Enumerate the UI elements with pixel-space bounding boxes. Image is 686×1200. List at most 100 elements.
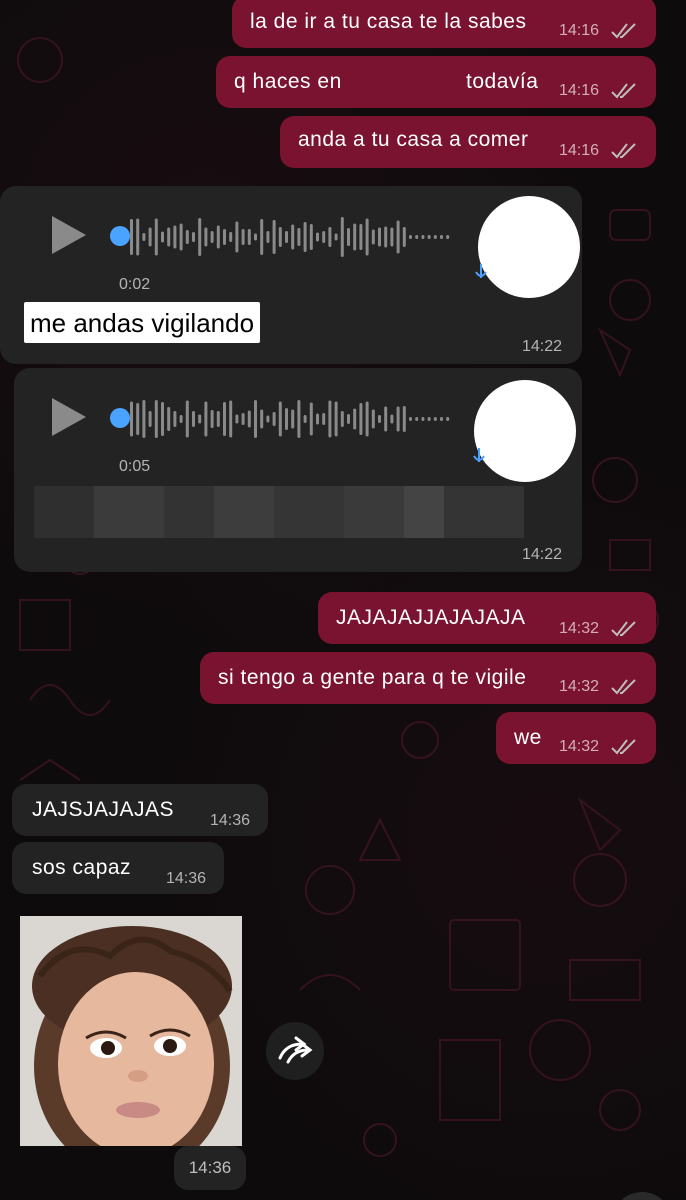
incoming-message[interactable]: JAJSJAJAJAS 14:36	[12, 784, 268, 836]
waveform-bar	[340, 217, 344, 257]
message-time: 14:36	[210, 812, 251, 829]
waveform-bar	[396, 220, 400, 254]
read-ticks-icon	[611, 83, 636, 99]
message-time: 14:22	[522, 546, 563, 563]
play-icon[interactable]	[52, 216, 86, 254]
waveform-bar	[316, 413, 319, 425]
waveform-bar	[223, 229, 226, 245]
outgoing-message[interactable]: q haces en todavía 14:16	[216, 56, 656, 108]
waveform-bar	[365, 401, 369, 437]
waveform-bar	[427, 235, 431, 239]
waveform-bar	[446, 235, 450, 239]
waveform-bar	[204, 227, 208, 247]
waveform-bar	[440, 417, 443, 421]
forward-button[interactable]	[266, 1022, 324, 1080]
waveform-bar	[198, 414, 202, 424]
message-text: la de ir a tu casa te la sabes	[250, 10, 527, 33]
message-time: 14:36	[188, 1158, 232, 1177]
waveform-bar	[229, 232, 233, 242]
waveform-bar	[409, 417, 412, 421]
waveform-bar	[216, 225, 220, 249]
waveform-bar	[297, 400, 301, 438]
photo-message-image[interactable]	[20, 916, 242, 1146]
outgoing-message[interactable]: la de ir a tu casa te la sabes 14:16	[232, 0, 656, 48]
read-ticks-icon	[611, 23, 636, 39]
message-text: anda a tu casa a comer	[298, 128, 529, 151]
waveform-bar	[291, 224, 295, 250]
waveform-bar	[235, 221, 239, 253]
waveform-bar	[433, 417, 437, 421]
waveform-bar	[278, 227, 282, 247]
waveform-bar	[241, 413, 245, 425]
waveform-bar	[446, 417, 450, 421]
waveform-bar	[167, 227, 171, 247]
outgoing-message[interactable]: anda a tu casa a comer 14:16	[280, 116, 656, 168]
waveform-bar	[353, 223, 357, 251]
playback-position-dot[interactable]	[110, 408, 130, 428]
waveform-bar	[154, 400, 158, 438]
incoming-message[interactable]: sos capaz 14:36	[12, 842, 224, 894]
waveform-bar	[229, 400, 233, 438]
message-text-part2: todavía	[466, 70, 539, 93]
waveform-bar	[204, 401, 208, 437]
waveform-bar	[371, 229, 375, 245]
read-ticks-icon	[611, 143, 636, 159]
message-text: sos capaz	[32, 856, 132, 879]
message-text: si tengo a gente para q te vigile	[218, 666, 527, 689]
audio-waveform[interactable]	[130, 214, 460, 260]
waveform-bar	[142, 400, 146, 438]
waveform-bar	[154, 218, 158, 256]
waveform-bar	[266, 415, 270, 423]
forward-icon	[278, 1036, 313, 1064]
waveform-bar	[161, 402, 164, 436]
waveform-bar	[328, 227, 332, 247]
waveform-bar	[148, 411, 152, 427]
waveform-bar	[421, 417, 425, 421]
waveform-bar	[347, 228, 350, 246]
scroll-down-button[interactable]	[612, 1192, 672, 1200]
waveform-bar	[316, 232, 319, 242]
waveform-bar	[297, 228, 301, 246]
message-text: JAJSJAJAJAS	[32, 798, 175, 821]
waveform-bar	[210, 231, 214, 243]
waveform-bar	[247, 229, 251, 245]
waveform-bar	[198, 218, 202, 256]
waveform-bar	[396, 406, 400, 432]
waveform-bar	[347, 414, 350, 424]
waveform-bar	[421, 235, 425, 239]
message-time: 14:32	[559, 738, 600, 755]
waveform-bar	[173, 411, 177, 427]
outgoing-message[interactable]: si tengo a gente para q te vigile 14:32	[200, 652, 656, 704]
waveform-bar	[322, 413, 326, 425]
voice-message[interactable]: 0:02 me andas vigilando 14:22	[0, 186, 582, 364]
waveform-bar	[365, 218, 369, 256]
waveform-bar	[254, 233, 257, 241]
outgoing-message[interactable]: JAJAJAJJAJAJAJA 14:32	[318, 592, 656, 644]
waveform-bar	[260, 219, 264, 255]
message-time: 14:16	[559, 22, 600, 39]
chat-view: la de ir a tu casa te la sabes 14:16 q h…	[0, 0, 686, 1200]
waveform-bar	[247, 410, 251, 428]
waveform-bar	[440, 235, 443, 239]
avatar	[474, 380, 576, 482]
waveform-bar	[384, 406, 388, 432]
outgoing-message[interactable]: we 14:32	[496, 712, 656, 764]
playback-position-dot[interactable]	[110, 226, 130, 246]
waveform-bar	[371, 409, 375, 429]
waveform-bar	[285, 408, 288, 430]
waveform-bar	[384, 226, 388, 248]
voice-message[interactable]: 0:05 14:22	[14, 368, 582, 572]
microphone-icon	[473, 448, 485, 462]
play-icon[interactable]	[52, 398, 86, 436]
audio-waveform[interactable]	[130, 396, 460, 442]
voice-transcript: me andas vigilando	[24, 302, 261, 343]
waveform-bar	[291, 409, 295, 429]
avatar	[478, 196, 580, 298]
message-time: 14:32	[559, 620, 600, 637]
waveform-bar	[278, 401, 282, 437]
waveform-bar	[378, 227, 381, 247]
waveform-bar	[167, 407, 171, 431]
photo-timestamp: 14:36	[174, 1146, 246, 1190]
waveform-bar	[409, 235, 412, 239]
message-text-part1: q haces en	[234, 70, 342, 93]
